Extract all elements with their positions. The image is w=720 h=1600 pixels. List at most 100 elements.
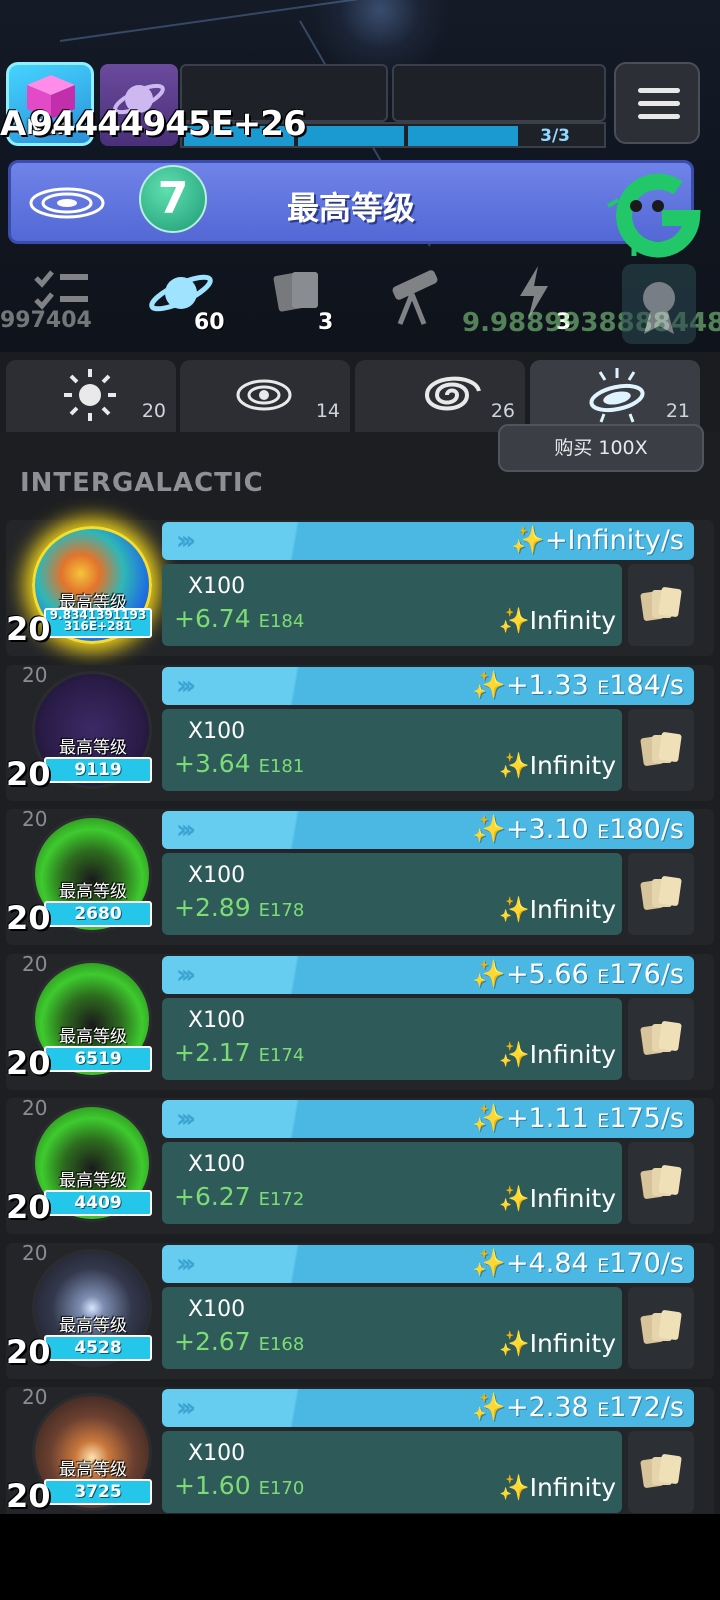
purchase-info[interactable]: X100 +6.27 E172 ✨Infinity	[162, 1142, 622, 1224]
purchase-info[interactable]: X100 +6.74 E184 ✨Infinity	[162, 564, 622, 646]
generator-row: 最高等级 9.8341391193 316E+281 20 ››› ✨+Infin…	[0, 512, 720, 656]
sparkle-icon: ✨	[472, 669, 506, 701]
sparkle-icon: ✨	[498, 1039, 530, 1069]
sparkle-icon: ✨	[472, 1247, 506, 1279]
gain-value: +1.60 E170	[174, 1471, 305, 1500]
multiplier-label: X100	[188, 1007, 246, 1033]
production-rate-bar: ››› ✨+2.38 E172/s	[162, 1389, 694, 1427]
empty-slot-2[interactable]	[392, 64, 606, 122]
sparkle-icon: ✨	[511, 525, 545, 556]
menu-button[interactable]	[614, 62, 700, 144]
max-level-label: 最高等级	[59, 737, 127, 758]
cost-value: ✨Infinity	[498, 895, 617, 924]
card-button[interactable]	[628, 1142, 694, 1224]
production-rate-bar: ››› ✨+4.84 E170/s	[162, 1244, 694, 1283]
tab-galaxy[interactable]: 26	[355, 360, 525, 432]
purchase-info[interactable]: X100 +3.64 E181 ✨Infinity	[162, 708, 622, 791]
max-level-label: 最高等级	[59, 1315, 127, 1336]
tab-intergalactic[interactable]: 21	[530, 360, 700, 432]
purchase-info[interactable]: X100 +2.67 E168 ✨Infinity	[162, 1286, 622, 1369]
generator-row: 20 最高等级 4528 20 ››› ✨+4.84 E170/s X100 +…	[0, 1235, 720, 1379]
generator-row: 20 最高等级 6519 20 ››› ✨+5.66 E176/s X100 +…	[0, 946, 720, 1090]
level-number: 20	[6, 1332, 51, 1371]
card-button[interactable]	[628, 997, 694, 1080]
card-button[interactable]	[628, 1431, 694, 1513]
sparkle-icon: ✨	[498, 1328, 530, 1358]
gain-value: +6.27 E172	[174, 1182, 305, 1211]
production-rate-bar: ››› ✨+1.11 E175/s	[162, 1100, 694, 1138]
cost-value: ✨Infinity	[498, 1184, 617, 1213]
purchase-info[interactable]: X100 +1.60 E170 ✨Infinity	[162, 1431, 622, 1513]
owned-count: 2680	[44, 901, 152, 927]
cost-value: ✨Infinity	[498, 1328, 617, 1358]
multiplier-label: X100	[188, 863, 246, 888]
card-button[interactable]	[628, 853, 694, 935]
multiplier-label: X100	[188, 1152, 246, 1177]
previous-level-label: 20	[22, 807, 48, 831]
sparkle-icon: ✨	[472, 814, 506, 845]
cards-icon	[640, 1020, 682, 1055]
card-button[interactable]	[628, 708, 694, 791]
cards-icon	[640, 1165, 682, 1199]
max-level-label: 最高等级	[59, 1026, 127, 1047]
card-button[interactable]	[628, 1286, 694, 1369]
spiral-galaxy-icon	[424, 376, 481, 411]
level-number: 20	[6, 754, 51, 793]
cards-icon	[640, 1454, 682, 1488]
sparkle-icon: ✨	[498, 606, 530, 635]
generator-row: 20 最高等级 4409 20 ››› ✨+1.11 E175/s X100 +…	[0, 1090, 720, 1234]
planet-count: 60	[194, 310, 225, 335]
production-rate-bar: ››› ✨+Infinity/s	[162, 522, 694, 560]
sparkle-icon: ✨	[498, 895, 530, 924]
sparkle-icon: ✨	[472, 958, 506, 990]
achievement-icon[interactable]	[622, 264, 696, 344]
double-chevron-icon: ›››	[176, 1393, 196, 1423]
production-rate: ✨+4.84 E170/s	[472, 1247, 684, 1279]
previous-level-label: 20	[22, 662, 48, 687]
buy-amount-button[interactable]: 购买 100X	[498, 424, 704, 472]
generator-row: 20 最高等级 2680 20 ››› ✨+3.10 E180/s X100 +…	[0, 801, 720, 945]
production-rate-bar: ››› ✨+3.10 E180/s	[162, 811, 694, 849]
production-rate: ✨+2.38 E172/s	[472, 1392, 684, 1423]
sparkle-icon: ✨	[472, 1103, 506, 1134]
cost-value: ✨Infinity	[498, 750, 617, 780]
max-level-label: 最高等级	[59, 1171, 127, 1191]
cards-icon	[640, 587, 682, 621]
level-number: 20	[6, 610, 51, 648]
double-chevron-icon: ›››	[176, 526, 196, 556]
owned-count: 9.8341391193 316E+281	[44, 608, 152, 638]
cards-icon	[640, 876, 682, 910]
sparkle-icon: ✨	[498, 1184, 530, 1213]
tab-star[interactable]: 20	[6, 360, 176, 432]
telescope-icon[interactable]	[382, 264, 448, 326]
production-rate: ✨+1.11 E175/s	[472, 1103, 684, 1134]
android-g-icon[interactable]	[606, 166, 704, 258]
owned-count: 9119	[44, 756, 152, 783]
generator-row: 20 最高等级 9119 20 ››› ✨+1.33 E184/s X100 +…	[0, 657, 720, 801]
production-rate: ✨+Infinity/s	[511, 525, 684, 556]
tab-star-count: 20	[141, 400, 166, 422]
gain-value: +2.17 E174	[174, 1037, 305, 1067]
bottom-bar	[0, 1514, 720, 1600]
multiplier-label: X100	[188, 1296, 246, 1322]
tab-solar-system[interactable]: 14	[180, 360, 350, 432]
owned-count: 3725	[44, 1479, 152, 1505]
tab-galaxy-count: 26	[490, 400, 515, 422]
max-level-label: 最高等级	[59, 882, 127, 902]
double-chevron-icon: ›››	[176, 1104, 196, 1134]
level-number: 20	[6, 1043, 51, 1082]
owned-count: 6519	[44, 1045, 152, 1072]
double-chevron-icon: ›››	[176, 959, 196, 990]
level-number: 20	[6, 1477, 51, 1515]
previous-level-label: 20	[22, 951, 48, 976]
purchase-info[interactable]: X100 +2.17 E174 ✨Infinity	[162, 997, 622, 1080]
cards-icon	[640, 731, 682, 766]
level-number: 20	[6, 899, 51, 937]
purchase-info[interactable]: X100 +2.89 E178 ✨Infinity	[162, 853, 622, 935]
cards-count: 3	[318, 310, 334, 335]
production-rate: ✨+1.33 E184/s	[472, 669, 684, 701]
card-button[interactable]	[628, 564, 694, 646]
production-rate: ✨+3.10 E180/s	[472, 814, 684, 845]
cost-value: ✨Infinity	[498, 1039, 617, 1069]
max-level-banner[interactable]: 7 最高等级	[8, 160, 694, 244]
